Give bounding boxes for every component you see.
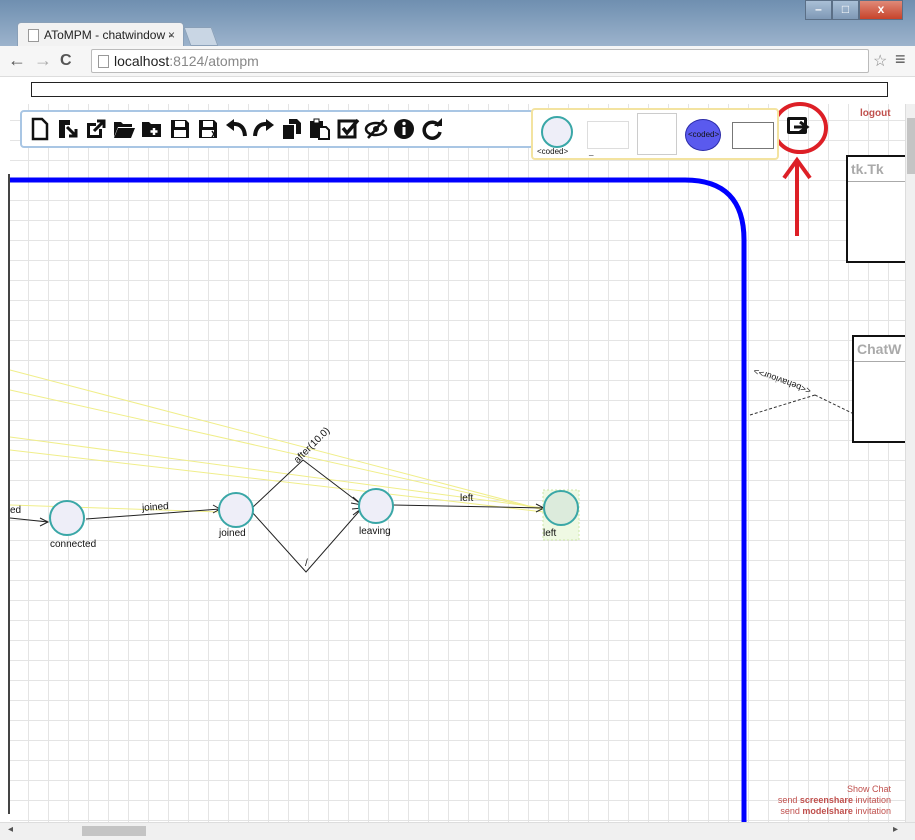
transition-label-slash: / (305, 558, 308, 569)
palette-item-box[interactable] (732, 122, 774, 149)
screenshare-invite[interactable]: send screenshare invitation (778, 795, 891, 806)
palette-toolbar: <coded> _ <coded> (531, 108, 779, 160)
info-icon[interactable] (390, 116, 417, 143)
state-label-connected: connected (50, 539, 97, 550)
state-label-left: left (543, 528, 557, 539)
collaboration-links: Show Chat send screenshare invitation se… (778, 784, 891, 817)
state-label-partial: ed (10, 505, 22, 516)
import-icon[interactable] (54, 116, 81, 143)
export-icon[interactable] (82, 116, 109, 143)
palette-state-label: <coded> (537, 147, 569, 156)
palette-state-circle[interactable] (541, 116, 573, 148)
panel-title: tk.Tk (848, 157, 908, 182)
state-label-leaving: leaving (359, 526, 391, 537)
yellow-links (9, 369, 545, 513)
new-file-icon[interactable] (26, 116, 53, 143)
scroll-thumb[interactable] (82, 826, 146, 836)
scroll-thumb[interactable] (907, 118, 915, 174)
open-folder-icon[interactable] (110, 116, 137, 143)
hide-icon[interactable] (362, 116, 389, 143)
scroll-left-icon[interactable]: ◂ (8, 824, 13, 835)
association-line (749, 394, 816, 416)
show-chat-link[interactable]: Show Chat (778, 784, 891, 795)
validate-icon[interactable] (334, 116, 361, 143)
association-line (814, 394, 857, 416)
state-leaving[interactable] (358, 488, 394, 524)
palette-blue-circle[interactable]: <coded> (685, 119, 721, 151)
panel-title: ChatW (854, 337, 908, 362)
copy-icon[interactable] (278, 116, 305, 143)
new-folder-icon[interactable] (138, 116, 165, 143)
state-connected[interactable] (49, 500, 85, 536)
palette-dash: _ (589, 147, 594, 156)
save-as-icon[interactable] (194, 116, 221, 143)
paste-icon[interactable] (306, 116, 333, 143)
class-panel-chatwindow[interactable]: ChatW (852, 335, 910, 443)
logout-link[interactable]: logout (860, 108, 891, 119)
state-left[interactable] (543, 490, 579, 526)
vertical-scrollbar[interactable] (905, 104, 915, 822)
transition-lines (9, 459, 546, 573)
redo-icon[interactable] (250, 116, 277, 143)
state-joined[interactable] (218, 492, 254, 528)
undo-icon[interactable] (222, 116, 249, 143)
state-label-joined: joined (219, 528, 246, 539)
share-icon (787, 117, 810, 134)
class-panel-tk[interactable]: tk.Tk (846, 155, 910, 263)
scroll-right-icon[interactable]: ▸ (893, 824, 898, 835)
share-button[interactable] (785, 113, 813, 139)
main-toolbar (20, 110, 534, 148)
refresh-icon[interactable] (418, 116, 445, 143)
transition-label-left: left (460, 493, 474, 504)
transition-label-joined: joined (141, 501, 170, 514)
palette-blue-label: <coded> (688, 130, 720, 139)
horizontal-scrollbar[interactable]: ◂ ▸ (0, 822, 915, 840)
modelshare-invite[interactable]: send modelshare invitation (778, 806, 891, 817)
palette-item-box[interactable] (587, 121, 629, 149)
palette-item-box[interactable] (637, 113, 677, 155)
save-icon[interactable] (166, 116, 193, 143)
